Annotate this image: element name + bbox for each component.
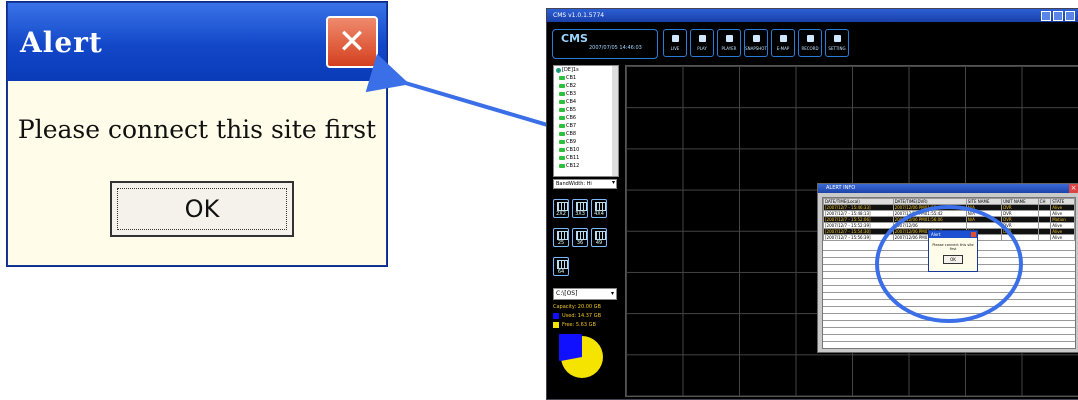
pie-used-slice (540, 318, 582, 361)
tree-item[interactable]: CB4 (554, 98, 618, 106)
window-buttons (1041, 11, 1075, 21)
site-tree[interactable]: [DE]1s CB1 CB2 CB3 CB4 CB5 CB6 CB7 CB8 C… (553, 65, 619, 177)
cms-logo: CMS (561, 32, 588, 45)
cms-datetime: 2007/07/05 14:46:03 (589, 45, 642, 51)
table-cell (1037, 234, 1052, 241)
tree-item[interactable]: CB9 (554, 138, 618, 146)
disk-usage-pie (540, 318, 603, 378)
drive-select[interactable]: C:\[OS] (553, 288, 617, 300)
layout-36-button[interactable]: 36 (572, 228, 588, 247)
free-legend: Free: 5.63 GB (553, 322, 617, 328)
free-swatch (553, 322, 559, 328)
layout-row: 25 36 49 (553, 228, 617, 247)
tree-item[interactable]: CB12 (554, 162, 618, 170)
sidebar: [DE]1s CB1 CB2 CB3 CB4 CB5 CB6 CB7 CB8 C… (540, 65, 619, 384)
layout-row: 64 (553, 257, 617, 276)
tree-item[interactable]: CB2 (554, 82, 618, 90)
live-button[interactable]: LIVE (663, 29, 687, 57)
used-swatch (553, 313, 559, 319)
tree-item[interactable]: CB6 (554, 114, 618, 122)
snapshot-button[interactable]: SNAPSHOT (744, 29, 768, 57)
maximize-icon[interactable] (1053, 11, 1063, 21)
used-text: Used: 14.37 GB (562, 313, 601, 319)
capacity-text: Capacity: 20.00 GB (553, 304, 601, 310)
layout-3x3-button[interactable]: 3X3 (572, 199, 588, 218)
alert-dialog: Alert ✕ Please connect this site first O… (7, 2, 387, 266)
cms-window-title: CMS v1.0.1.5774 (553, 12, 605, 19)
layout-row: 2X2 3X3 4X4 (553, 199, 617, 218)
close-icon[interactable] (1065, 11, 1075, 21)
tree-root[interactable]: [DE]1s (554, 66, 618, 74)
layout-49-button[interactable]: 49 (591, 228, 607, 247)
tree-item[interactable]: CB8 (554, 130, 618, 138)
cms-window: CMS v1.0.1.5774 CMS 2007/07/05 14:46:03 … (540, 8, 1078, 400)
emap-button[interactable]: E-MAP (771, 29, 795, 57)
bandwidth-select[interactable]: BandWidth: Hi (553, 179, 617, 189)
record-button[interactable]: RECORD (798, 29, 822, 57)
ok-button[interactable]: OK (110, 181, 294, 237)
cms-toolbar-area: CMS 2007/07/05 14:46:03 LIVE PLAY PLAYER… (547, 22, 1078, 66)
layout-4x4-button[interactable]: 4X4 (591, 199, 607, 218)
alert-title: Alert (20, 25, 103, 59)
close-icon[interactable]: ✕ (326, 16, 378, 68)
highlight-circle (875, 205, 1023, 323)
tree-item[interactable]: CB10 (554, 146, 618, 154)
alert-info-title-bar: ALERT INFO × (818, 184, 1078, 193)
alert-info-title: ALERT INFO (826, 185, 856, 191)
used-legend: Used: 14.37 GB (553, 313, 617, 319)
setting-button[interactable]: SETTING (825, 29, 849, 57)
alert-message: Please connect this site first (17, 115, 377, 144)
tree-item[interactable]: CB3 (554, 90, 618, 98)
play-button[interactable]: PLAY (690, 29, 714, 57)
free-text: Free: 5.63 GB (562, 322, 596, 328)
minimize-icon[interactable] (1041, 11, 1051, 21)
layout-64-button[interactable]: 64 (553, 257, 569, 276)
toolbar: LIVE PLAY PLAYER SNAPSHOT E-MAP RECORD S… (663, 29, 849, 57)
player-button[interactable]: PLAYER (717, 29, 741, 57)
table-cell: Alive (1050, 234, 1075, 241)
tree-item[interactable]: CB1 (554, 74, 618, 82)
tree-scrollbar[interactable] (612, 66, 618, 176)
cms-title-bar: CMS v1.0.1.5774 (547, 9, 1078, 22)
tree-item[interactable]: CB11 (554, 154, 618, 162)
alert-title-bar: Alert ✕ (8, 3, 386, 81)
cms-logo-panel: CMS 2007/07/05 14:46:03 (552, 29, 658, 59)
layout-2x2-button[interactable]: 2X2 (553, 199, 569, 218)
tree-item[interactable]: CB5 (554, 106, 618, 114)
tree-item[interactable]: CB7 (554, 122, 618, 130)
layout-25-button[interactable]: 25 (553, 228, 569, 247)
close-icon[interactable]: × (1069, 184, 1078, 193)
